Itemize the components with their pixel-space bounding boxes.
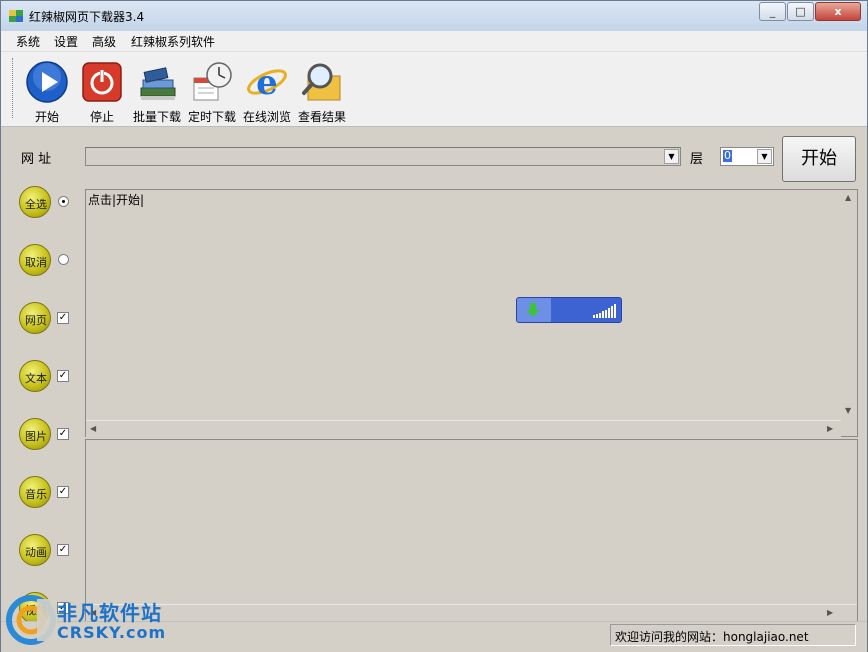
option-text-label: 文本 <box>25 372 47 385</box>
option-select-all[interactable]: 全选 <box>19 186 77 220</box>
menu-system[interactable]: 系统 <box>16 33 40 50</box>
option-deselect[interactable]: 取消 <box>19 244 77 278</box>
option-select-all-radio[interactable] <box>58 196 69 207</box>
app-icon <box>9 10 23 22</box>
title-bar: 红辣椒网页下载器3.4 _ □ x <box>1 1 867 31</box>
clock-calendar-icon <box>193 62 232 101</box>
toolbar-browse-online-button[interactable]: e 在线浏览 <box>241 60 293 124</box>
results-horizontal-scrollbar[interactable]: ◀ ▶ <box>86 604 857 621</box>
option-select-all-label: 全选 <box>25 198 47 211</box>
menu-advanced[interactable]: 高级 <box>92 33 116 50</box>
layer-combobox[interactable]: 0 ▼ <box>720 147 774 166</box>
option-webpage[interactable]: 网页 ✓ <box>19 302 77 336</box>
app-window: 红辣椒网页下载器3.4 _ □ x 系统 设置 高级 红辣椒系列软件 开始 停止… <box>0 0 868 652</box>
toolbar-browse-online-label: 在线浏览 <box>242 110 291 124</box>
results-pane: ◀ ▶ <box>85 439 858 621</box>
option-select-all-coin-icon[interactable]: 全选 <box>19 186 51 218</box>
scroll-right-icon[interactable]: ▶ <box>827 424 833 433</box>
watermark-en-text: CRSKY.com <box>57 623 167 642</box>
log-text: 点击|开始| <box>88 193 145 207</box>
layer-dropdown-arrow-icon[interactable]: ▼ <box>757 149 772 164</box>
option-image-checkbox[interactable]: ✓ <box>57 428 69 440</box>
scroll-left-icon[interactable]: ◀ <box>90 424 96 433</box>
option-image-coin-icon[interactable]: 图片 <box>19 418 51 450</box>
option-animation-label: 动画 <box>25 546 47 559</box>
watermark: 非凡软件站 CRSKY.com <box>5 589 165 651</box>
toolbar-view-results-button[interactable]: 查看结果 <box>296 60 348 124</box>
scroll-right-icon[interactable]: ▶ <box>827 608 833 617</box>
signal-bars-icon <box>593 304 616 318</box>
option-animation-coin-icon[interactable]: 动画 <box>19 534 51 566</box>
toolbar-scheduled-download-label: 定时下载 <box>187 110 236 124</box>
option-music[interactable]: 音乐 ✓ <box>19 476 77 510</box>
option-webpage-label: 网页 <box>25 314 47 327</box>
toolbar-stop-button[interactable]: 停止 <box>76 60 128 124</box>
option-deselect-label: 取消 <box>25 256 47 269</box>
option-text-coin-icon[interactable]: 文本 <box>19 360 51 392</box>
toolbar-batch-download-button[interactable]: 批量下载 <box>131 60 183 124</box>
menu-settings[interactable]: 设置 <box>54 33 78 50</box>
toolbar-start-label: 开始 <box>34 110 59 124</box>
log-vertical-scrollbar[interactable]: ▲ ▼ <box>841 190 857 420</box>
svg-text:e: e <box>256 63 278 103</box>
option-music-checkbox[interactable]: ✓ <box>57 486 69 498</box>
menu-product-series[interactable]: 红辣椒系列软件 <box>131 33 215 50</box>
toolbar-batch-download-label: 批量下载 <box>132 110 181 124</box>
scroll-down-icon[interactable]: ▼ <box>845 406 851 415</box>
play-icon <box>26 61 68 103</box>
magnifier-folder-icon <box>302 63 341 101</box>
option-music-label: 音乐 <box>25 488 47 501</box>
option-animation[interactable]: 动画 ✓ <box>19 534 77 568</box>
power-icon <box>82 62 122 102</box>
option-webpage-checkbox[interactable]: ✓ <box>57 312 69 324</box>
url-combobox[interactable]: ▼ <box>85 147 681 166</box>
option-image-label: 图片 <box>25 430 47 443</box>
scroll-up-icon[interactable]: ▲ <box>845 193 851 202</box>
toolbar-stop-label: 停止 <box>89 110 114 124</box>
download-speed-widget[interactable] <box>516 297 622 323</box>
start-button[interactable]: 开始 <box>782 136 856 182</box>
layer-label: 层 <box>690 152 704 167</box>
toolbar-scheduled-download-button[interactable]: 定时下载 <box>186 60 238 124</box>
window-title: 红辣椒网页下载器3.4 <box>29 10 145 24</box>
option-animation-checkbox[interactable]: ✓ <box>57 544 69 556</box>
url-dropdown-arrow-icon[interactable]: ▼ <box>664 149 679 164</box>
log-pane: 点击|开始| ▲ ▼ ◀ ▶ <box>85 189 858 437</box>
minimize-button[interactable]: _ <box>759 2 786 21</box>
layer-value: 0 <box>723 149 732 162</box>
watermark-cn-text: 非凡软件站 <box>57 601 162 625</box>
option-image[interactable]: 图片 ✓ <box>19 418 77 452</box>
ie-browser-icon: e <box>247 63 287 103</box>
toolbar-grip <box>12 58 15 118</box>
status-text: 欢迎访问我的网站：honglajiao.net <box>615 630 809 644</box>
menu-bar: 系统 设置 高级 红辣椒系列软件 <box>1 31 867 52</box>
log-horizontal-scrollbar[interactable]: ◀ ▶ <box>86 420 841 437</box>
books-icon <box>140 67 176 100</box>
url-label: 网 址 <box>21 152 52 167</box>
option-deselect-radio[interactable] <box>58 254 69 265</box>
option-deselect-coin-icon[interactable]: 取消 <box>19 244 51 276</box>
close-button[interactable]: x <box>815 2 861 21</box>
download-arrow-icon <box>526 303 540 317</box>
toolbar-view-results-label: 查看结果 <box>297 110 346 124</box>
option-text[interactable]: 文本 ✓ <box>19 360 77 394</box>
maximize-button[interactable]: □ <box>787 2 814 21</box>
toolbar-start-button[interactable]: 开始 <box>21 60 73 124</box>
option-text-checkbox[interactable]: ✓ <box>57 370 69 382</box>
status-panel: 欢迎访问我的网站：honglajiao.net <box>610 624 856 646</box>
toolbar: 开始 停止 批量下载 定时下载 e 在线浏览 查看结果 <box>1 52 867 127</box>
option-webpage-coin-icon[interactable]: 网页 <box>19 302 51 334</box>
option-music-coin-icon[interactable]: 音乐 <box>19 476 51 508</box>
watermark-logo-icon <box>6 595 57 645</box>
